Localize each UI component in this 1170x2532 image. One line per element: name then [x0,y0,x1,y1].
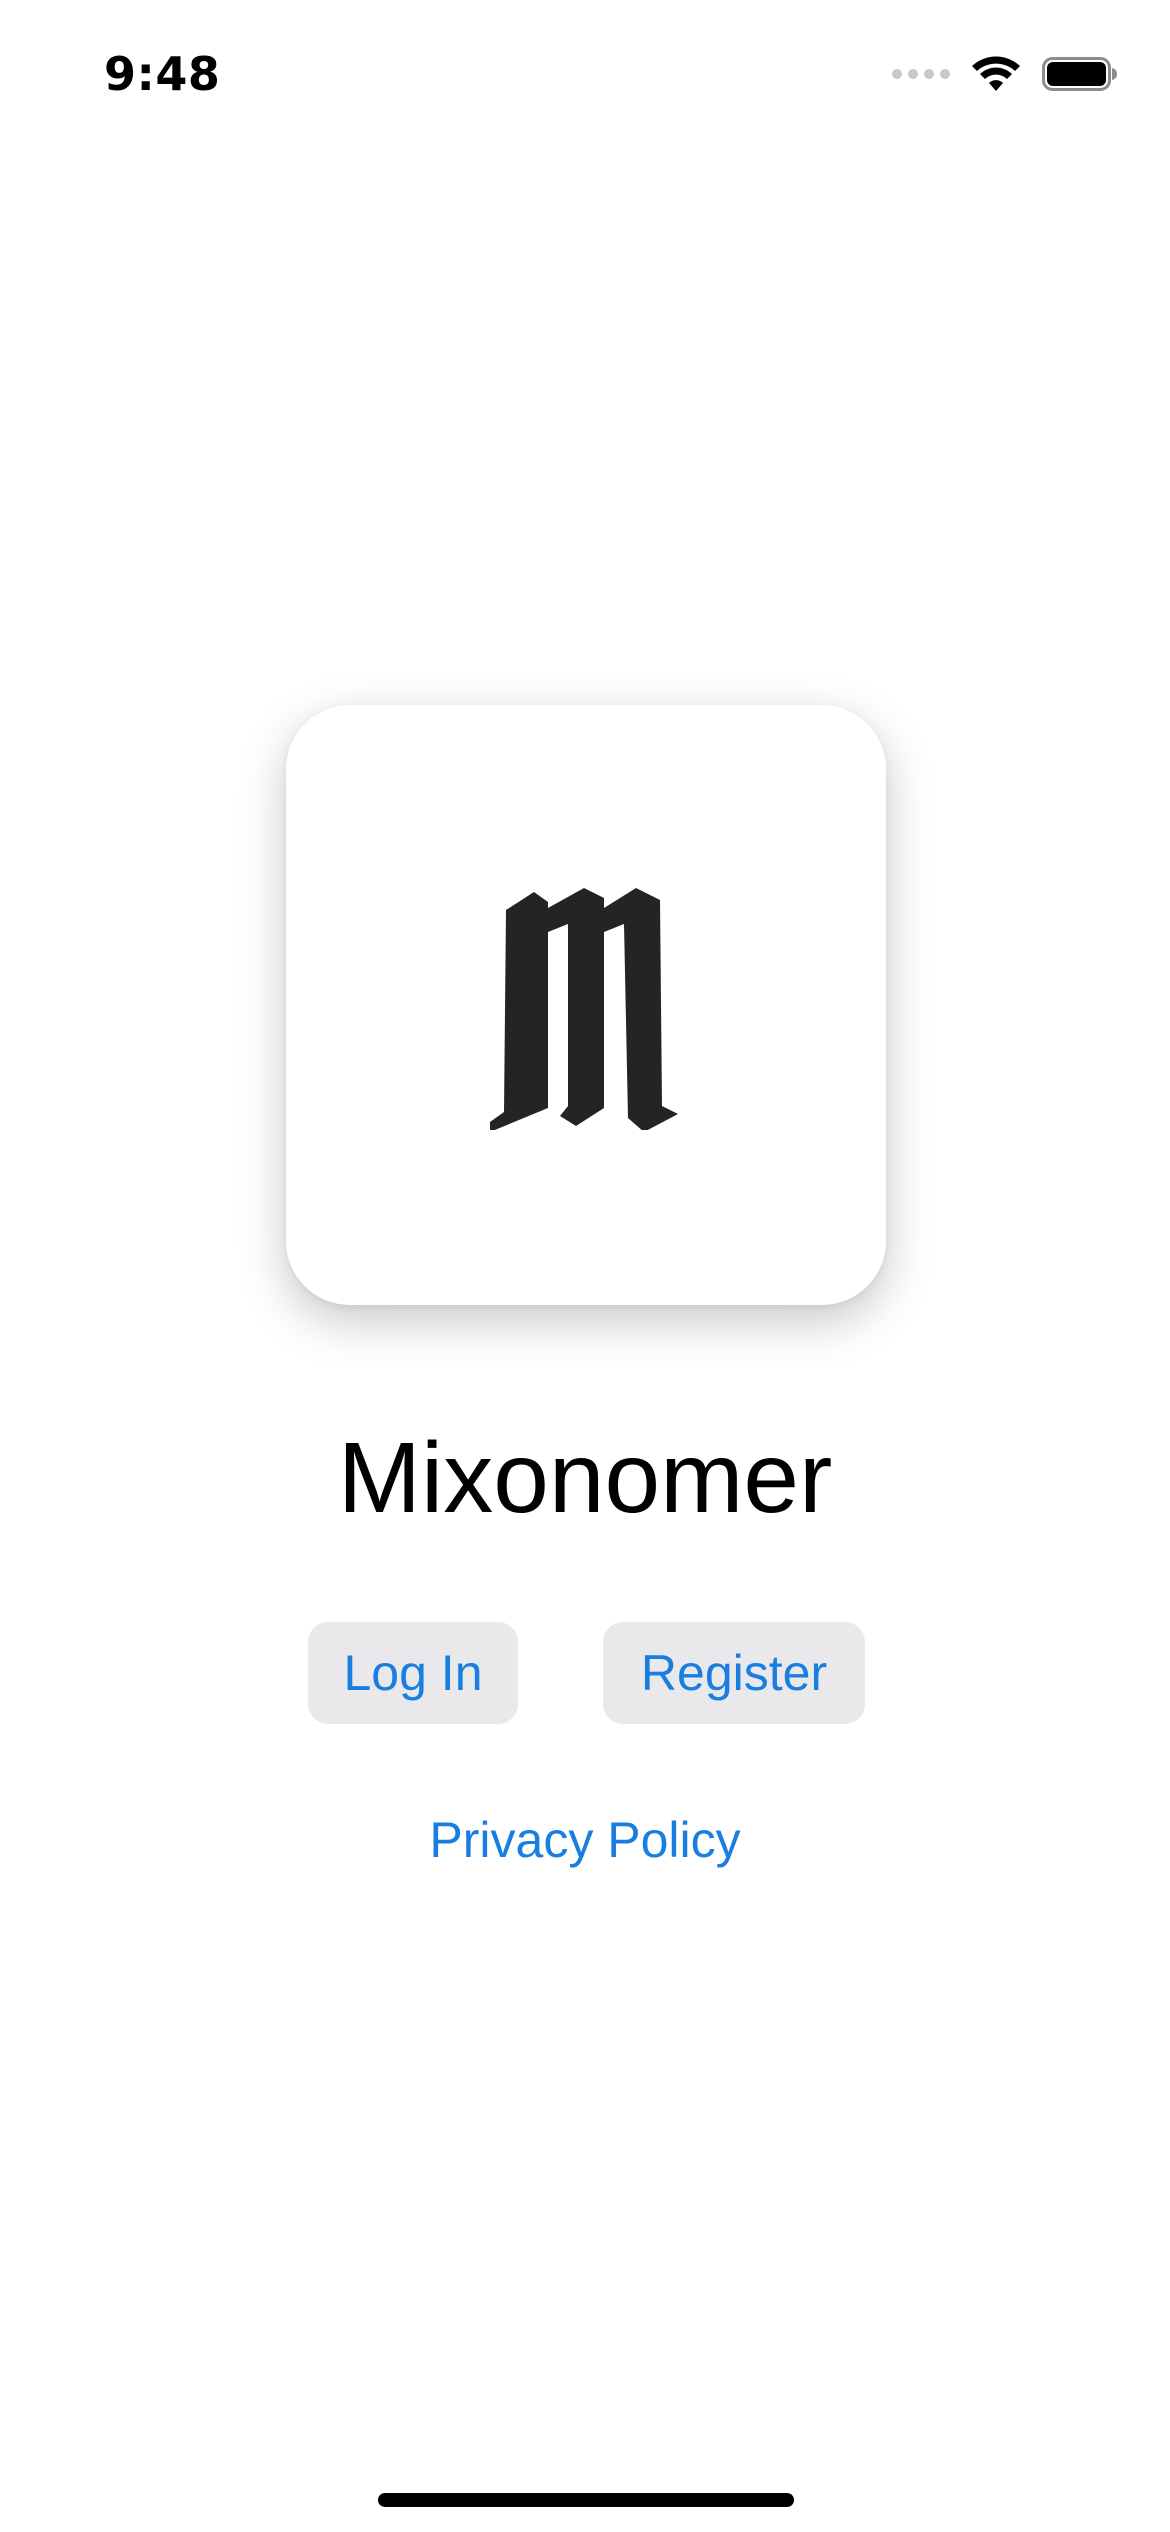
home-indicator[interactable] [378,2493,794,2507]
wifi-icon [972,56,1020,91]
privacy-policy-link[interactable]: Privacy Policy [0,1805,1170,1875]
status-bar: 9:48 [0,0,1170,150]
blackletter-m-logo-icon [490,888,678,1130]
battery-icon [1042,57,1117,91]
cellular-signal-icon [892,69,950,79]
register-button[interactable]: Register [603,1622,865,1724]
log-in-button[interactable]: Log In [308,1622,518,1724]
status-icons [892,54,1118,94]
app-title: Mixonomer [337,1422,833,1534]
app-logo [286,705,886,1305]
status-time: 9:48 [104,47,221,101]
